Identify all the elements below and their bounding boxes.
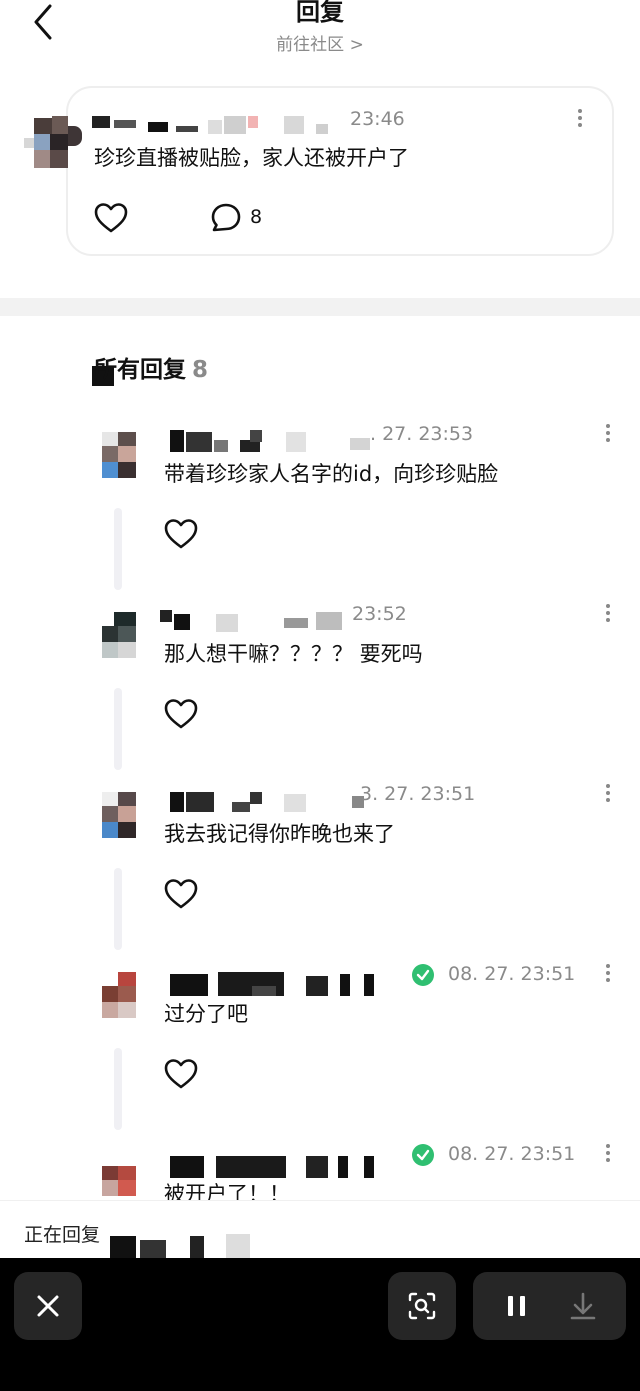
verified-badge xyxy=(412,964,434,986)
reply-like-button[interactable] xyxy=(164,1058,198,1094)
reply-like-button[interactable] xyxy=(164,518,198,554)
reply-like-button[interactable] xyxy=(164,698,198,734)
download-button[interactable] xyxy=(561,1284,605,1332)
heart-icon xyxy=(164,699,198,729)
heart-icon xyxy=(164,519,198,549)
replies-section-title: 所有回复 8 xyxy=(94,350,208,384)
reply-text: 我去我记得你昨晚也来了 xyxy=(164,822,395,846)
reply-text: 那人想干嘛？？？？ 要死吗 xyxy=(164,642,423,666)
reply-avatar[interactable] xyxy=(102,432,136,478)
reply-time: 08. 27. 23:51 xyxy=(448,1143,576,1165)
go-to-community-link[interactable]: 前往社区 > xyxy=(0,30,640,55)
reply-author-name-redacted xyxy=(170,970,400,998)
reply-like-button[interactable] xyxy=(164,878,198,914)
pause-button[interactable] xyxy=(497,1284,537,1332)
reply-author-name-redacted xyxy=(170,430,370,454)
reply-text: 过分了吧 xyxy=(164,1002,248,1026)
page-title: 回复 xyxy=(296,0,344,26)
reply-more-button[interactable] xyxy=(598,601,618,629)
replying-status: 正在回复 xyxy=(24,1224,101,1246)
heart-icon xyxy=(94,203,128,233)
post-author-avatar[interactable] xyxy=(24,112,84,172)
pause-icon xyxy=(508,1296,525,1316)
heart-icon xyxy=(164,879,198,909)
reply-more-button[interactable] xyxy=(598,1141,618,1169)
post-text: 珍珍直播被贴脸，家人还被开户了 xyxy=(94,146,409,170)
replies-title-text: 所有回复 xyxy=(94,357,186,383)
reply-more-button[interactable] xyxy=(598,781,618,809)
thread-line xyxy=(114,508,122,590)
reply-time: 23:52 xyxy=(352,603,407,625)
recording-controls xyxy=(473,1272,626,1340)
reply-time: 3. 27. 23:51 xyxy=(360,783,476,805)
reply-author-name-redacted xyxy=(160,608,350,634)
close-button[interactable] xyxy=(14,1272,82,1340)
reply-author-name-redacted xyxy=(170,790,370,814)
download-icon xyxy=(570,1292,596,1320)
reply-more-button[interactable] xyxy=(598,421,618,449)
thread-line xyxy=(114,868,122,950)
verified-check-icon xyxy=(416,1149,430,1161)
section-divider xyxy=(0,298,640,316)
post-time: 23:46 xyxy=(350,108,405,130)
reply-avatar[interactable] xyxy=(102,612,136,658)
reply-text: 被开户了！！ xyxy=(164,1182,290,1202)
post-comment-button[interactable] xyxy=(210,202,242,238)
post-like-button[interactable] xyxy=(94,202,128,238)
screen-scan-icon xyxy=(408,1292,436,1320)
post-comment-count: 8 xyxy=(250,206,263,228)
heart-icon xyxy=(164,1059,198,1089)
close-icon xyxy=(37,1295,59,1317)
verified-check-icon xyxy=(416,969,430,981)
reply-time: . 27. 23:53 xyxy=(370,423,474,445)
thread-line xyxy=(114,688,122,770)
reply-text: 带着珍珍家人名字的id，向珍珍贴脸 xyxy=(164,462,499,486)
reply-avatar[interactable] xyxy=(102,792,136,838)
screen-scan-button[interactable] xyxy=(388,1272,456,1340)
reply-time: 08. 27. 23:51 xyxy=(448,963,576,985)
reply-avatar[interactable] xyxy=(102,972,136,1018)
verified-badge xyxy=(412,1144,434,1166)
replies-count: 8 xyxy=(192,357,209,383)
post-more-button[interactable] xyxy=(570,106,590,134)
comment-bubble-icon xyxy=(211,203,241,232)
replying-target-redacted xyxy=(110,1226,260,1258)
reply-author-name-redacted xyxy=(170,1150,400,1178)
post-author-name-redacted xyxy=(90,114,350,138)
thread-line xyxy=(114,1048,122,1130)
reply-more-button[interactable] xyxy=(598,961,618,989)
